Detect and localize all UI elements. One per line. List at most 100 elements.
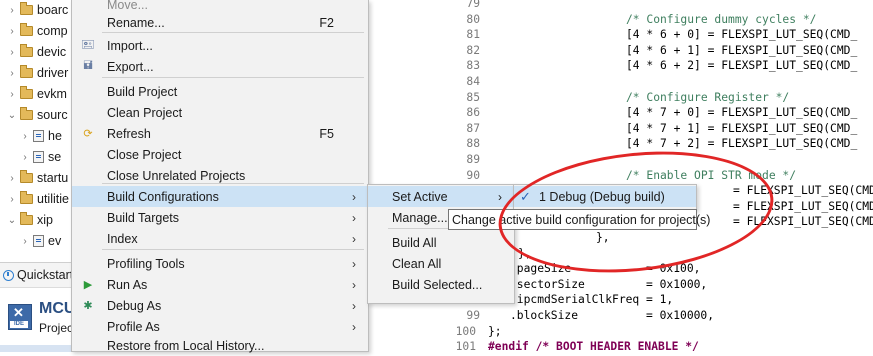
folder-icon <box>20 23 33 36</box>
run-icon: ▶ <box>83 279 93 291</box>
chevron-right-icon: › <box>352 319 356 334</box>
chevron-right-icon: › <box>352 210 356 225</box>
chevron-down-icon[interactable]: ⌄ <box>6 110 18 121</box>
folder-icon <box>20 170 33 183</box>
chevron-right-icon: › <box>498 189 502 204</box>
code-line: [4 * 7 + 1] = FLEXSPI_LUT_SEQ(CMD_ <box>626 121 858 135</box>
code-line: .ipcmdSerialClkFreq = 1, <box>510 293 674 307</box>
file-icon <box>33 151 44 163</box>
menu-item-label: Import... <box>107 38 153 53</box>
chevron-right-icon[interactable]: › <box>19 236 31 247</box>
menu-item-close-project[interactable]: Close Project <box>72 144 368 165</box>
code-line: .sectorSize = 0x1000, <box>510 277 708 291</box>
submenu-item-set-active[interactable]: Set Active › <box>368 186 514 207</box>
code-line: [4 * 7 + 2] = FLEXSPI_LUT_SEQ(CMD_ <box>626 137 858 151</box>
menu-item-profiling-tools[interactable]: Profiling Tools › <box>72 253 368 274</box>
chevron-right-icon[interactable]: › <box>19 152 31 163</box>
tree-item-label: startu <box>37 171 69 185</box>
menu-item-clean-project[interactable]: Clean Project <box>72 102 368 123</box>
tree-item[interactable]: › startu <box>6 168 68 188</box>
menu-item-refresh[interactable]: ⟳ Refresh F5 <box>72 123 368 144</box>
menu-item-run-as[interactable]: ▶ Run As › <box>72 274 368 295</box>
code-line: [4 * 6 + 0] = FLEXSPI_LUT_SEQ(CMD_ <box>626 28 858 42</box>
code-line: #endif /* BOOT HEADER ENABLE */ <box>488 340 699 354</box>
menu-item-label: Refresh <box>107 126 151 141</box>
chevron-right-icon[interactable]: › <box>6 26 18 37</box>
tree-item[interactable]: › utilitie <box>6 189 69 209</box>
tree-item[interactable]: ⌄ xip <box>6 210 53 230</box>
submenu-item-label: Set Active <box>392 189 448 204</box>
tree-item[interactable]: › evkm <box>6 84 67 104</box>
chevron-right-icon: › <box>352 298 356 313</box>
file-icon <box>33 235 44 247</box>
menu-item-restore-from-local-history[interactable]: Restore from Local History... <box>72 335 368 356</box>
menu-item-build-configurations[interactable]: Build Configurations › <box>72 186 368 207</box>
chevron-right-icon[interactable]: › <box>6 173 18 184</box>
menu-item-debug-as[interactable]: ✱ Debug As › <box>72 295 368 316</box>
context-menu: Move... Rename... F2 🖭 Import... 🖬 Export... Bu… <box>71 0 369 353</box>
menu-item-close-unrelated-projects[interactable]: Close Unrelated Projects <box>72 165 368 186</box>
menu-item-profile-as[interactable]: Profile As › <box>72 316 368 337</box>
tree-item-label: sourc <box>37 108 68 122</box>
tree-item-label: utilitie <box>37 192 69 206</box>
menu-item-build-targets[interactable]: Build Targets › <box>72 207 368 228</box>
chevron-right-icon[interactable]: › <box>6 194 18 205</box>
chevron-right-icon[interactable]: › <box>6 47 18 58</box>
submenu-item-build-all[interactable]: Build All <box>368 232 514 253</box>
tree-item-label: ev <box>48 234 62 248</box>
tree-item[interactable]: › ev <box>19 231 61 251</box>
power-icon <box>3 269 14 281</box>
tree-item[interactable]: › comp <box>6 21 68 41</box>
debug-icon: ✱ <box>83 300 93 312</box>
tree-item-label: driver <box>37 66 69 80</box>
submenu-item-build-selected[interactable]: Build Selected... <box>368 274 514 295</box>
submenu-item-label: Clean All <box>392 256 442 271</box>
tree-item-label: xip <box>37 213 53 227</box>
code-line: /* Configure dummy cycles */ <box>626 12 817 26</box>
submenu-item-label: Manage... <box>392 210 448 225</box>
code-line: [4 * 7 + 0] = FLEXSPI_LUT_SEQ(CMD_ <box>626 106 858 120</box>
chevron-right-icon[interactable]: › <box>6 68 18 79</box>
tree-item[interactable]: › se <box>19 147 61 167</box>
menu-item-export[interactable]: 🖬 Export... <box>72 56 368 77</box>
tree-item-label: boarc <box>37 3 69 17</box>
file-icon <box>33 130 44 142</box>
chevron-right-icon[interactable]: › <box>19 131 31 142</box>
tree-item-label: he <box>48 129 62 143</box>
logo-text: IDE <box>10 321 28 328</box>
menu-item-label: Export... <box>107 59 154 74</box>
code-line: }; <box>488 324 502 338</box>
menu-item-import[interactable]: 🖭 Import... <box>72 35 368 56</box>
chevron-down-icon[interactable]: ⌄ <box>6 215 18 226</box>
folder-icon <box>20 212 33 225</box>
menu-separator <box>102 77 364 78</box>
tree-item[interactable]: ⌄ sourc <box>6 105 68 125</box>
folder-icon <box>20 191 33 204</box>
tree-item[interactable]: › devic <box>6 42 66 62</box>
folder-icon <box>20 107 33 120</box>
chevron-right-icon: › <box>352 231 356 246</box>
menu-item-label: Restore from Local History... <box>107 338 265 353</box>
code-line: .blockSize = 0x10000, <box>510 309 715 322</box>
menu-item-label: Index <box>107 231 138 246</box>
chevron-right-icon: › <box>352 256 356 271</box>
export-icon: 🖬 <box>83 60 93 72</box>
chevron-right-icon: › <box>352 189 356 204</box>
tree-item[interactable]: › boarc <box>6 0 68 20</box>
menu-item-index[interactable]: Index › <box>72 228 368 249</box>
refresh-icon: ⟳ <box>83 128 93 140</box>
tree-item[interactable]: › driver <box>6 63 68 83</box>
code-line: [4 * 6 + 1] = FLEXSPI_LUT_SEQ(CMD_ <box>626 43 858 57</box>
menu-item-build-project[interactable]: Build Project <box>72 81 368 102</box>
menu-item-label: Profile As <box>107 319 160 334</box>
folder-icon <box>20 2 33 15</box>
chevron-right-icon[interactable]: › <box>6 5 18 16</box>
chevron-right-icon[interactable]: › <box>6 89 18 100</box>
menu-separator <box>102 249 364 250</box>
submenu-item-clean-all[interactable]: Clean All <box>368 253 514 274</box>
folder-icon <box>20 86 33 99</box>
tree-item[interactable]: › he <box>19 126 62 146</box>
menu-item-label: Build Configurations <box>107 189 219 204</box>
menu-item-label: Clean Project <box>107 105 183 120</box>
menu-item-rename[interactable]: Rename... F2 <box>72 12 368 33</box>
